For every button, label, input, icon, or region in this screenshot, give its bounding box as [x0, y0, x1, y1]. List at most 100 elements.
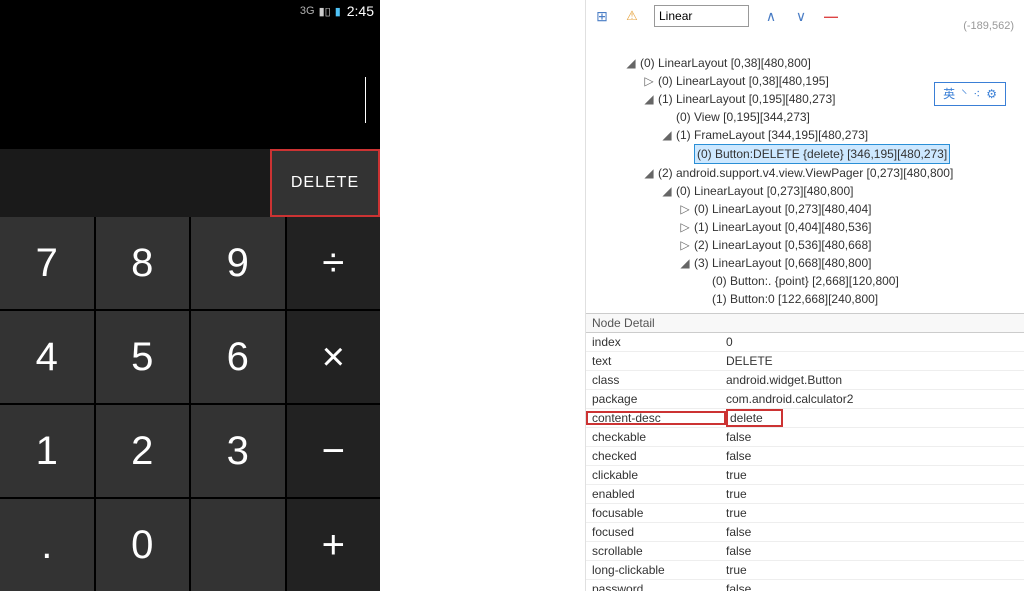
key-4[interactable]: 4: [0, 311, 94, 403]
expand-toggle-icon[interactable]: ◢: [680, 254, 690, 272]
detail-value: false: [726, 544, 1024, 558]
detail-row[interactable]: focusedfalse: [586, 523, 1024, 542]
key-7[interactable]: 7: [0, 217, 94, 309]
tree-node-label: (1) FrameLayout [344,195][480,273]: [676, 126, 868, 144]
tree-node[interactable]: ▷(2) LinearLayout [0,536][480,668]: [626, 236, 1020, 254]
expand-icon[interactable]: ⊞: [594, 8, 610, 24]
key-9[interactable]: 9: [191, 217, 285, 309]
detail-row[interactable]: scrollablefalse: [586, 542, 1024, 561]
expand-toggle-icon[interactable]: ▷: [644, 72, 654, 90]
ime-lang: 英: [943, 85, 955, 103]
tree-node-label: (0) Button:. {point} [2,668][120,800]: [712, 272, 899, 290]
detail-value: 0: [726, 335, 1024, 349]
remove-icon[interactable]: —: [823, 8, 839, 24]
tree-node[interactable]: ▷(1) LinearLayout [0,404][480,536]: [626, 218, 1020, 236]
tree-node[interactable]: ▷(0) LinearLayout [0,273][480,404]: [626, 200, 1020, 218]
delete-row: DELETE: [0, 149, 380, 217]
keypad: 789÷ 456× 123−.0 +: [0, 217, 380, 591]
warning-icon[interactable]: ⚠: [624, 8, 640, 24]
key-.[interactable]: .: [0, 499, 94, 591]
tree-node-label: (0) LinearLayout [0,273][480,404]: [694, 200, 871, 218]
detail-value: true: [726, 468, 1024, 482]
text-cursor: [365, 77, 366, 123]
tree-node[interactable]: (1) Button:0 [122,668][240,800]: [626, 290, 1020, 308]
detail-row[interactable]: focusabletrue: [586, 504, 1024, 523]
detail-row[interactable]: textDELETE: [586, 352, 1024, 371]
key-÷[interactable]: ÷: [287, 217, 381, 309]
tree-node[interactable]: (0) Button:. {point} [2,668][120,800]: [626, 272, 1020, 290]
detail-row[interactable]: enabledtrue: [586, 485, 1024, 504]
detail-value: false: [726, 525, 1024, 539]
tree-node[interactable]: (0) View [0,195][344,273]: [626, 108, 1020, 126]
tree-node-label: (0) View [0,195][344,273]: [676, 108, 810, 126]
key-+[interactable]: +: [287, 499, 381, 591]
detail-key: text: [586, 354, 726, 368]
detail-value: false: [726, 582, 1024, 591]
detail-row[interactable]: clickabletrue: [586, 466, 1024, 485]
key-8[interactable]: 8: [96, 217, 190, 309]
detail-key: content-desc: [586, 411, 726, 425]
ime-moon-icon: ⸌: [961, 85, 967, 103]
key-5[interactable]: 5: [96, 311, 190, 403]
ime-badge[interactable]: 英 ⸌ ⁖ ⚙: [934, 82, 1006, 106]
tree-node[interactable]: ◢(0) LinearLayout [0,273][480,800]: [626, 182, 1020, 200]
detail-row[interactable]: checkablefalse: [586, 428, 1024, 447]
delete-button[interactable]: DELETE: [270, 149, 380, 217]
key-2[interactable]: 2: [96, 405, 190, 497]
key-6[interactable]: 6: [191, 311, 285, 403]
key-blank[interactable]: [191, 499, 285, 591]
expand-toggle-icon[interactable]: ▷: [680, 236, 690, 254]
detail-row[interactable]: content-descdelete: [586, 409, 1024, 428]
tree-node[interactable]: ◢(1) FrameLayout [344,195][480,273]: [626, 126, 1020, 144]
detail-row[interactable]: classandroid.widget.Button: [586, 371, 1024, 390]
tree-node[interactable]: ◢(2) android.support.v4.view.ViewPager […: [626, 164, 1020, 182]
tree-node-label: (1) LinearLayout [0,195][480,273]: [658, 90, 835, 108]
node-detail-table[interactable]: index0textDELETEclassandroid.widget.Butt…: [586, 333, 1024, 591]
key-1[interactable]: 1: [0, 405, 94, 497]
inspector-toolbar: ⊞ ⚠ ∧ ∨ — (-189,562): [586, 0, 1024, 32]
expand-toggle-icon[interactable]: ◢: [644, 90, 654, 108]
tree-node-label: (0) LinearLayout [0,38][480,800]: [640, 54, 811, 72]
inspector-panel: ⊞ ⚠ ∧ ∨ — (-189,562) 英 ⸌ ⁖ ⚙ ◢(0) Linear…: [585, 0, 1024, 591]
expand-toggle-icon[interactable]: ◢: [626, 54, 636, 72]
calculator-display[interactable]: [0, 22, 380, 149]
signal-icon: ▮▯: [319, 5, 331, 18]
key-×[interactable]: ×: [287, 311, 381, 403]
detail-row[interactable]: checkedfalse: [586, 447, 1024, 466]
expand-toggle-icon[interactable]: ▷: [680, 218, 690, 236]
detail-value: android.widget.Button: [726, 373, 1024, 387]
key-3[interactable]: 3: [191, 405, 285, 497]
detail-row[interactable]: passwordfalse: [586, 580, 1024, 591]
detail-value: true: [726, 563, 1024, 577]
detail-key: focused: [586, 525, 726, 539]
expand-toggle-icon[interactable]: ◢: [662, 182, 672, 200]
tree-node-label: (1) LinearLayout [0,404][480,536]: [694, 218, 871, 236]
expand-toggle-icon[interactable]: ▷: [680, 200, 690, 218]
key-−[interactable]: −: [287, 405, 381, 497]
tree-node[interactable]: ◢(3) LinearLayout [0,668][480,800]: [626, 254, 1020, 272]
detail-value: false: [726, 449, 1024, 463]
detail-value: true: [726, 487, 1024, 501]
expand-toggle-icon[interactable]: ◢: [662, 126, 672, 144]
battery-icon: ▮: [335, 5, 341, 18]
tree-node[interactable]: (0) Button:DELETE {delete} [346,195][480…: [626, 144, 1020, 164]
detail-row[interactable]: index0: [586, 333, 1024, 352]
tree-node[interactable]: ◢(0) LinearLayout [0,38][480,800]: [626, 54, 1020, 72]
key-0[interactable]: 0: [96, 499, 190, 591]
hierarchy-tree[interactable]: 英 ⸌ ⁖ ⚙ ◢(0) LinearLayout [0,38][480,800…: [586, 32, 1024, 313]
ime-gear-icon: ⚙: [986, 85, 997, 103]
search-input[interactable]: [654, 5, 749, 27]
detail-key: index: [586, 335, 726, 349]
node-detail-header: Node Detail: [586, 313, 1024, 333]
tree-node-label: (0) LinearLayout [0,38][480,195]: [658, 72, 829, 90]
detail-value: delete: [726, 409, 1024, 427]
detail-key: scrollable: [586, 544, 726, 558]
prev-match-icon[interactable]: ∧: [763, 8, 779, 24]
detail-key: clickable: [586, 468, 726, 482]
tree-node-label: (3) LinearLayout [0,668][480,800]: [694, 254, 871, 272]
expand-toggle-icon[interactable]: ◢: [644, 164, 654, 182]
detail-key: checkable: [586, 430, 726, 444]
detail-row[interactable]: packagecom.android.calculator2: [586, 390, 1024, 409]
detail-row[interactable]: long-clickabletrue: [586, 561, 1024, 580]
next-match-icon[interactable]: ∨: [793, 8, 809, 24]
